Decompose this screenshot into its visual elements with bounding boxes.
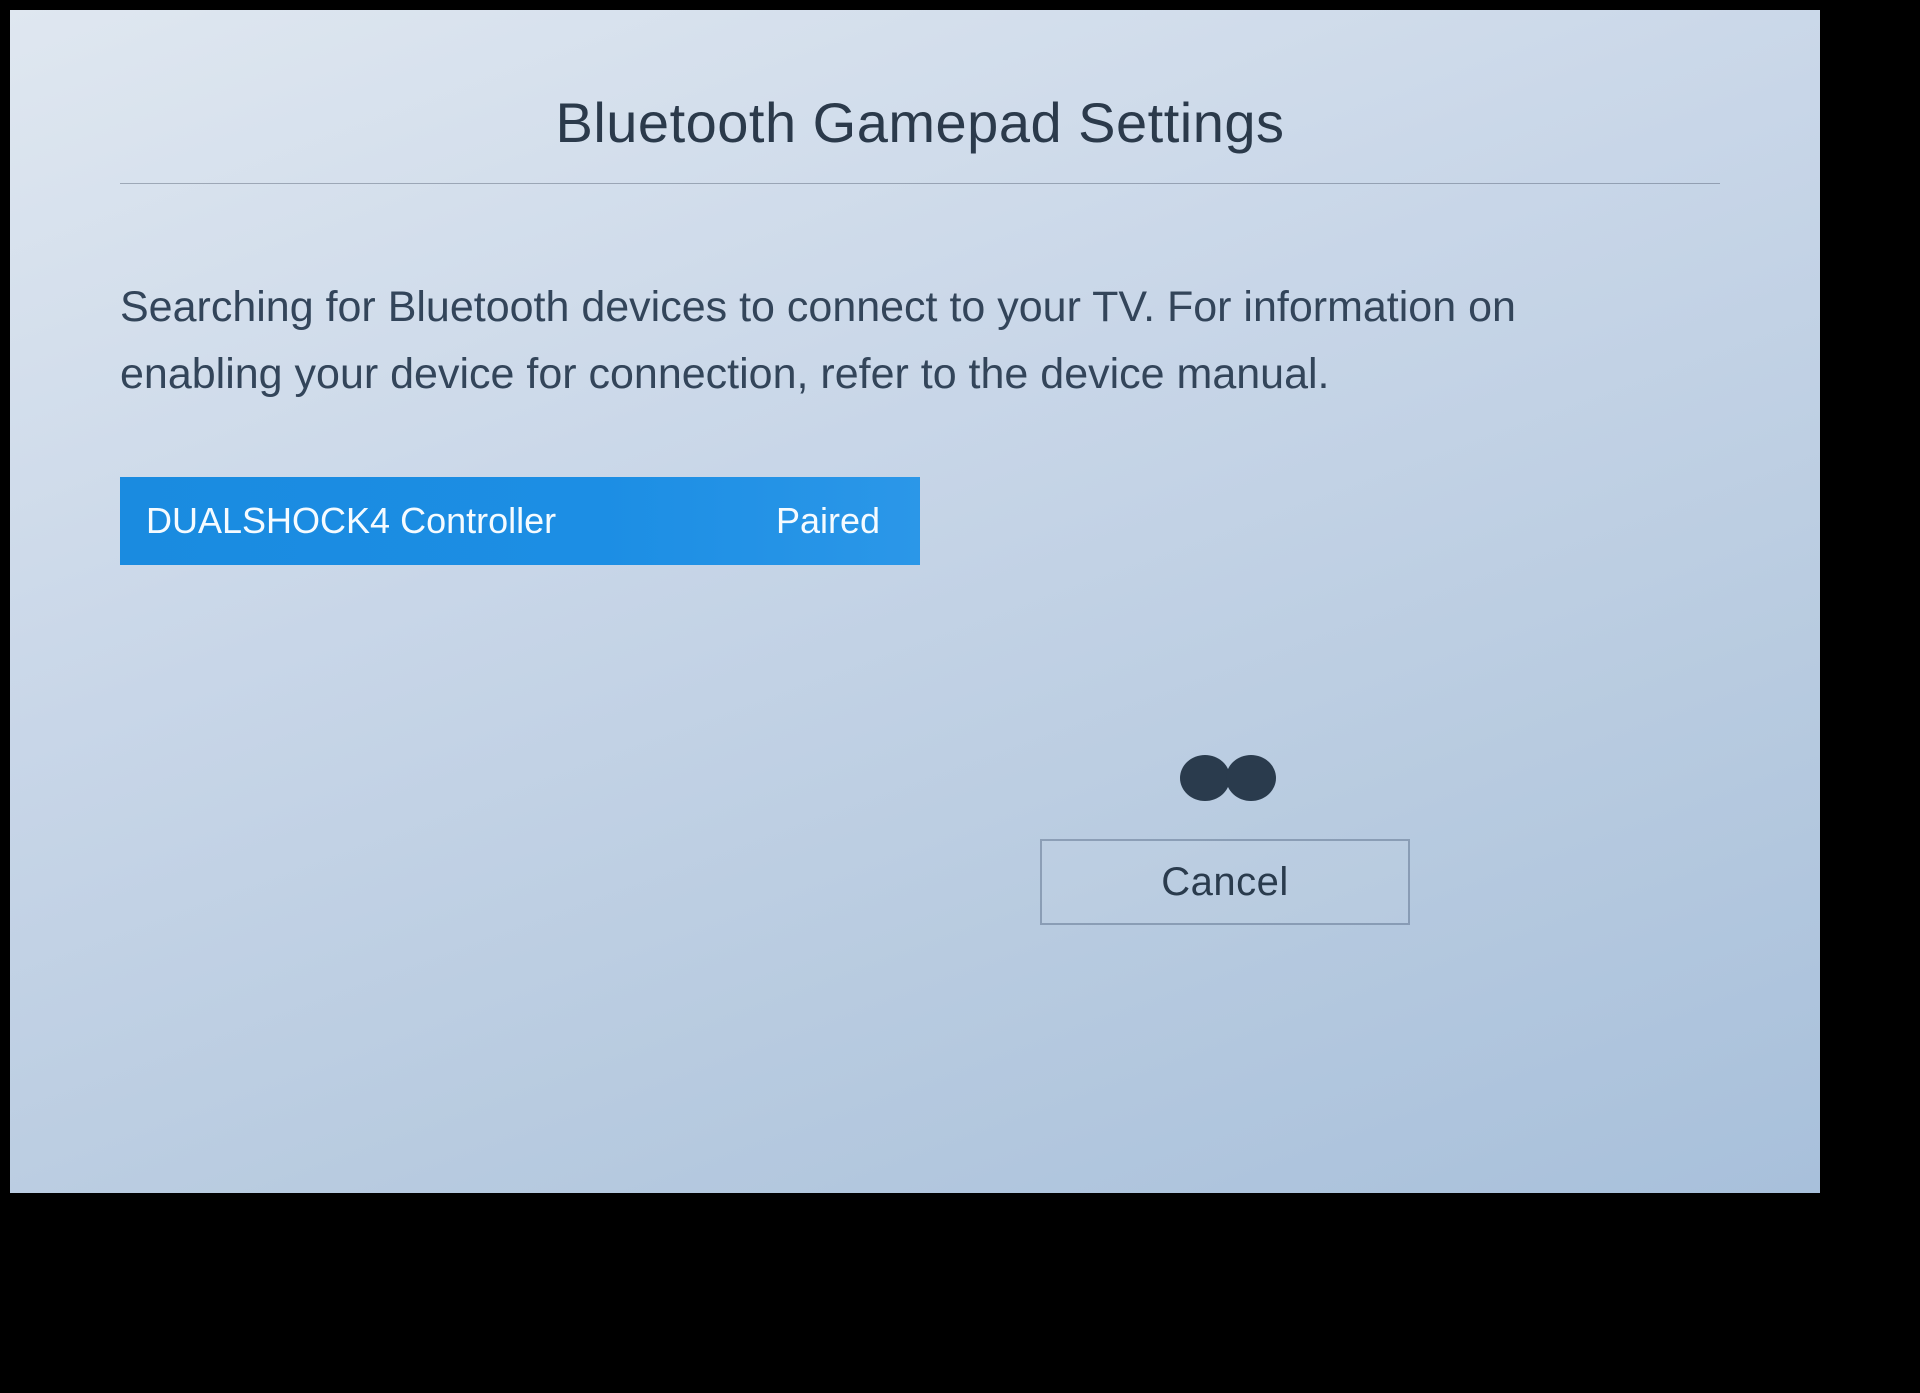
loading-spinner-icon [1180,755,1280,801]
device-name: DUALSHOCK4 Controller [146,500,776,542]
bottom-controls: Cancel [1040,755,1420,925]
page-title: Bluetooth Gamepad Settings [120,90,1720,184]
settings-screen: Bluetooth Gamepad Settings Searching for… [10,10,1820,1193]
device-row-dualshock4[interactable]: DUALSHOCK4 Controller Paired [120,477,920,565]
instruction-text: Searching for Bluetooth devices to conne… [120,274,1670,407]
cancel-button[interactable]: Cancel [1040,839,1410,925]
device-status: Paired [776,500,880,542]
